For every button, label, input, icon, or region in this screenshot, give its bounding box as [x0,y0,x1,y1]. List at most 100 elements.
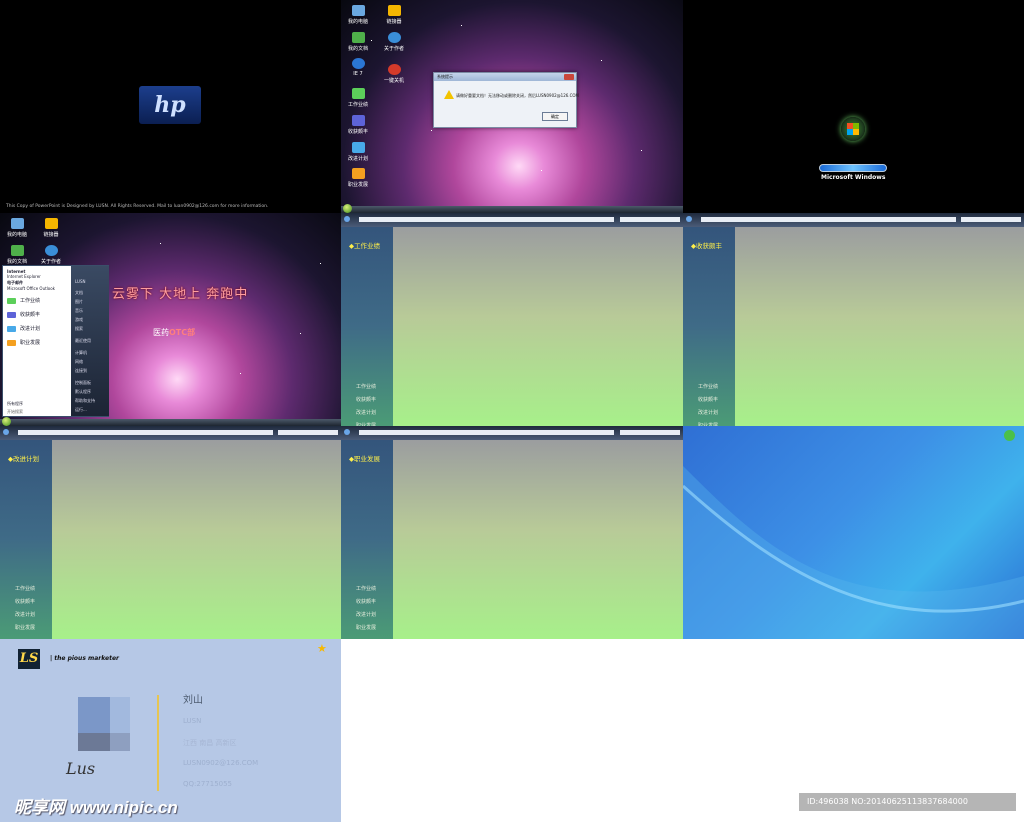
back-arrow-icon[interactable] [1004,430,1015,441]
warning-icon [444,90,454,99]
sidebar: 工作业绩 收获颇丰 改进计划 职业发展 [341,440,393,639]
nav-gains[interactable]: 收获颇丰 [356,598,376,605]
menu-item-gains[interactable]: 收获颇丰 [7,311,40,318]
nav-plan[interactable]: 改进计划 [356,409,376,416]
back-icon[interactable] [344,216,350,222]
search-box[interactable] [620,430,680,435]
right-item[interactable]: 游戏 [75,317,83,323]
address-bar[interactable] [359,430,614,435]
address-bar[interactable] [359,217,614,222]
slide-gains: 工作业绩 收获颇丰 改进计划 职业发展 ◆收获颇丰 [683,213,1024,426]
slide-grid: hp This Copy of PowerPoint is Designed b… [0,0,1024,822]
address-bar[interactable] [701,217,956,222]
back-icon[interactable] [344,429,350,435]
person-name: 刘山 [183,695,203,706]
search-box[interactable] [278,430,338,435]
start-button[interactable] [343,204,352,213]
nav-career[interactable]: 职业发展 [356,624,376,631]
improve-plan-icon[interactable]: 改进计划 [341,142,375,162]
ie7-icon[interactable]: IE 7 [341,58,375,77]
hp-logo: hp [139,86,201,124]
slide-blue-wave [683,426,1024,639]
nav-gains[interactable]: 收获颇丰 [356,396,376,403]
start-button[interactable] [2,417,11,426]
email: LUSN0902@126.COM [183,759,259,767]
nav-work[interactable]: 工作业绩 [356,585,376,592]
search-box[interactable] [961,217,1021,222]
slogan: 云雾下 大地上 奔跑中 [112,287,249,302]
shutdown-icon[interactable]: 一键关机 [377,64,411,84]
close-icon[interactable] [564,74,574,80]
nav-plan[interactable]: 改进计划 [698,409,718,416]
nav-work[interactable]: 工作业绩 [698,383,718,390]
right-item[interactable]: 文档 [75,290,83,296]
section-title: ◆收获颇丰 [691,242,722,250]
nav-work[interactable]: 工作业绩 [356,383,376,390]
decor-square [110,697,130,733]
about-author-icon[interactable]: 关于作者 [34,245,68,265]
menu-item-plan[interactable]: 改进计划 [7,325,40,332]
nav-gains[interactable]: 收获颇丰 [698,396,718,403]
right-item[interactable]: 帮助和支持 [75,398,95,404]
all-programs[interactable]: 所有程序 [7,401,23,407]
nav-career[interactable]: 职业发展 [15,624,35,631]
nav-plan[interactable]: 改进计划 [356,611,376,618]
toolbar [341,213,683,227]
content-area [393,440,683,639]
toolbar [0,426,341,440]
right-item[interactable]: 音乐 [75,308,83,314]
sidebar: 工作业绩 收获颇丰 改进计划 职业发展 [0,440,52,639]
signature: Lus [66,759,96,778]
nav-gains[interactable]: 收获颇丰 [15,598,35,605]
my-documents-icon[interactable]: 我的文档 [341,32,375,52]
image-id-label: ID:496038 NO:20140625113837684000 [799,793,1016,811]
linker-icon[interactable]: 链接器 [34,218,68,238]
pinned-ie[interactable]: Internet Internet Explorer [7,269,41,279]
address-bar[interactable] [18,430,273,435]
blank-area: ID:496038 NO:20140625113837684000 [341,639,1024,822]
dialog-title: 系统提示 [434,73,576,81]
right-item[interactable]: 最近使用 [75,338,91,344]
my-computer-icon[interactable]: 我的电脑 [0,218,34,238]
pinned-mail[interactable]: 电子邮件 Microsoft Office Outlook [7,280,55,291]
right-item[interactable]: 计算机 [75,350,87,356]
taskbar [0,419,341,426]
right-item[interactable]: 控制面板 [75,380,91,386]
nav-work[interactable]: 工作业绩 [15,585,35,592]
department-label: 医药OTC部 [153,328,196,337]
linker-icon[interactable]: 链接器 [377,5,411,25]
right-item[interactable]: 网络 [75,359,83,365]
slide-business-card: LS | the pious marketer ★ Lus 刘山 LUSN 江西… [0,639,341,822]
address: 江西 南昌 高新区 [183,739,237,747]
person-id: LUSN [183,717,202,725]
nav-plan[interactable]: 改进计划 [15,611,35,618]
gains-icon[interactable]: 收获颇丰 [341,115,375,135]
ok-button[interactable]: 确定 [542,112,568,121]
my-documents-icon[interactable]: 我的文档 [0,245,34,265]
back-icon[interactable] [686,216,692,222]
right-item[interactable]: 搜索 [75,326,83,332]
divider [157,695,159,791]
right-item[interactable]: 运行... [75,407,87,413]
work-results-icon[interactable]: 工作业绩 [341,88,375,108]
slide-desktop-dialog: 我的电脑 链接器 我的文档 关于作者 IE 7 一键关机 工作业绩 收获颇丰 改… [341,0,683,213]
career-icon[interactable]: 职业发展 [341,168,375,188]
dialog-message: 请做好重要文档！无法移动或删除关闭，然后LUSN0902@126.COM [456,93,579,98]
menu-item-career[interactable]: 职业发展 [7,339,40,346]
brand-text: Microsoft Windows [821,174,886,181]
back-icon[interactable] [3,429,9,435]
content-area [735,227,1024,426]
right-item[interactable]: 图片 [75,299,83,305]
user-name: LUSN [75,279,86,284]
windows-logo-icon [841,117,865,141]
right-item[interactable]: 连接到 [75,368,87,374]
search-input[interactable]: 开始搜索 [7,409,23,415]
right-item[interactable]: 默认程序 [75,389,91,395]
section-title: ◆职业发展 [349,455,380,463]
menu-item-work[interactable]: 工作业绩 [7,297,40,304]
toolbar [683,213,1024,227]
my-computer-icon[interactable]: 我的电脑 [341,5,375,25]
about-author-icon[interactable]: 关于作者 [377,32,411,52]
search-box[interactable] [620,217,680,222]
ls-logo: LS [18,649,40,669]
